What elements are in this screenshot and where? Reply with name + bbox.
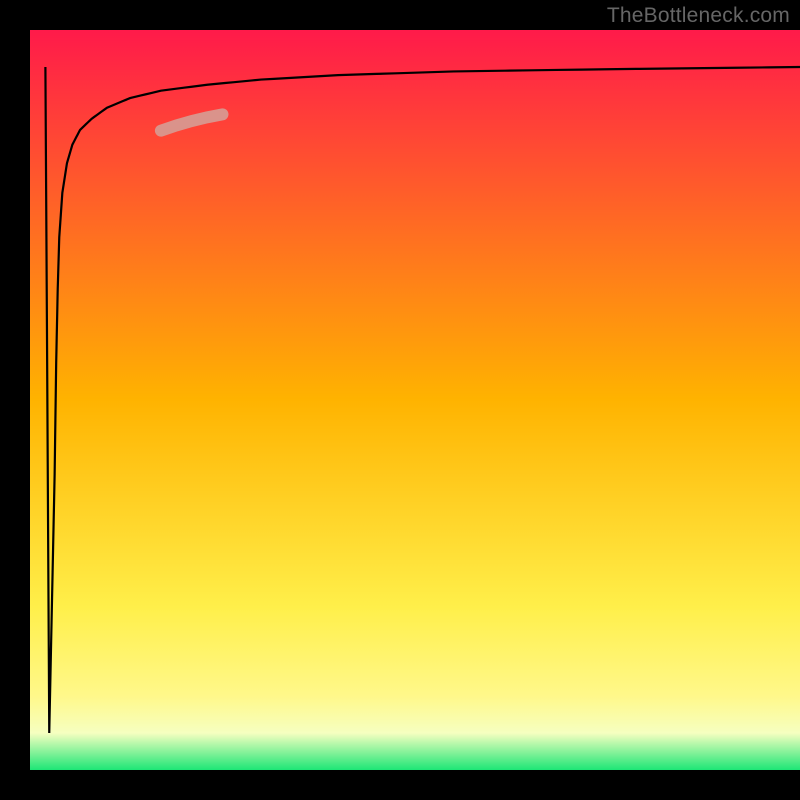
watermark-text: TheBottleneck.com bbox=[607, 4, 790, 28]
chart-svg bbox=[0, 0, 800, 800]
y-axis bbox=[0, 0, 30, 800]
plot-background bbox=[30, 30, 800, 770]
chart-container: TheBottleneck.com bbox=[0, 0, 800, 800]
x-axis bbox=[0, 770, 800, 800]
